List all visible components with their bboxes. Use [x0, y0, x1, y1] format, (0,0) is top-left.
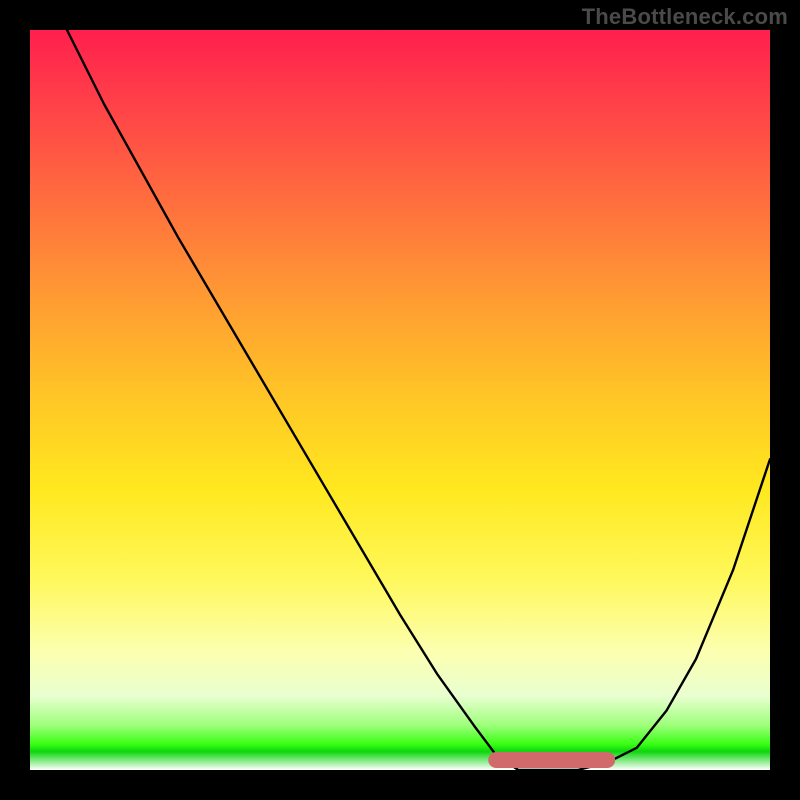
bottleneck-curve: [67, 30, 770, 770]
chart-frame: TheBottleneck.com: [0, 0, 800, 800]
plot-area: [30, 30, 770, 770]
curve-layer: [30, 30, 770, 770]
watermark-text: TheBottleneck.com: [582, 4, 788, 30]
